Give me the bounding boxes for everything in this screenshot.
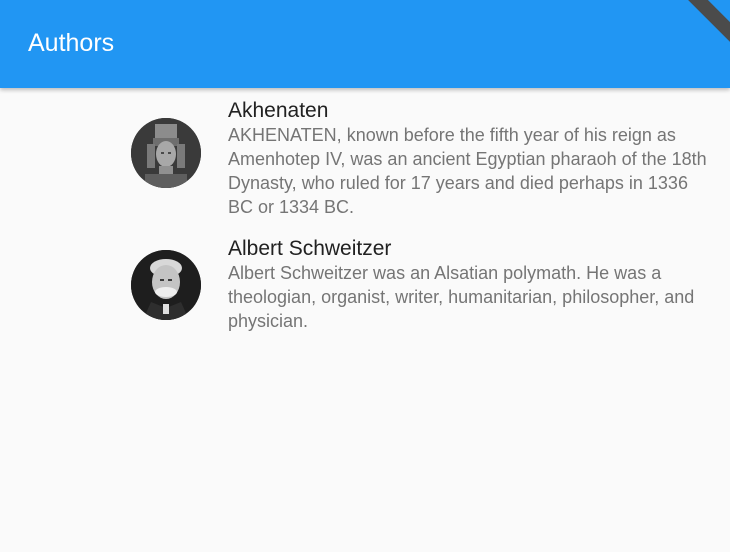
app-bar: Authors [0,0,730,88]
list-item[interactable]: Albert Schweitzer Albert Schweitzer was … [0,236,730,336]
author-description: AKHENATEN, known before the fifth year o… [228,125,707,217]
page-title: Authors [28,29,115,57]
debug-ribbon [676,0,730,52]
author-description: Albert Schweitzer was an Alsatian polyma… [228,263,695,331]
debug-banner [670,0,730,60]
schweitzer-portrait-icon [131,250,201,320]
avatar [131,250,201,320]
akhenaten-portrait-icon [131,118,201,188]
list-item[interactable]: Akhenaten AKHENATEN, known before the fi… [0,98,730,228]
avatar [131,118,201,188]
author-name: Albert Schweitzer [228,237,392,260]
author-name: Akhenaten [228,99,329,122]
